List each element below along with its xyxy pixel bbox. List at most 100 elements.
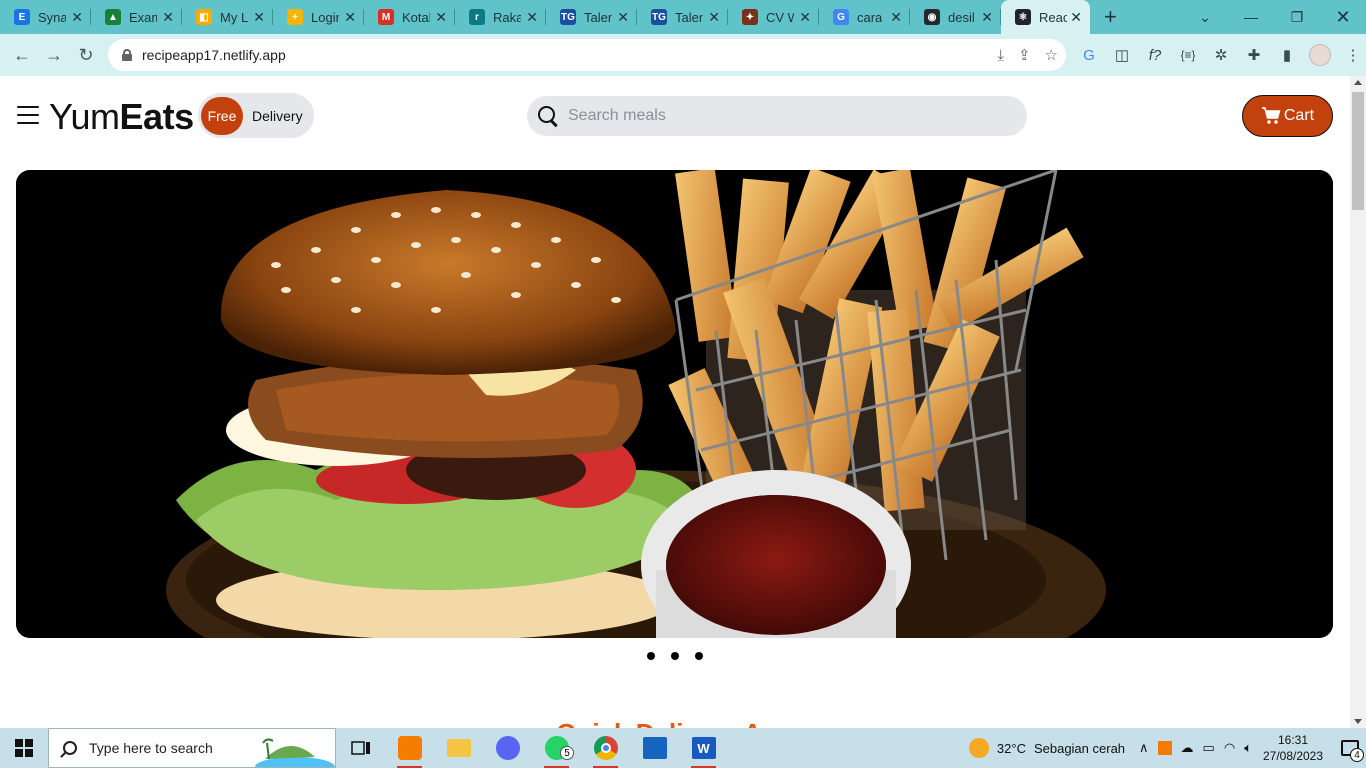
search-input[interactable] — [568, 107, 988, 125]
translate-extension-icon[interactable]: G — [1078, 47, 1100, 64]
browser-tab[interactable]: M Kotak ✕ — [364, 0, 455, 34]
tab-close-icon[interactable]: ✕ — [435, 9, 447, 26]
tab-close-icon[interactable]: ✕ — [526, 9, 538, 26]
task-view-icon[interactable] — [336, 728, 385, 768]
tab-label: Synapse — [38, 9, 66, 25]
tab-favicon-icon: M — [378, 9, 394, 25]
battery-icon[interactable]: ▭ — [1203, 740, 1215, 756]
extension-icon-2[interactable]: ✲ — [1210, 46, 1232, 64]
site-logo[interactable]: YumEats — [49, 96, 194, 138]
weather-desc: Sebagian cerah — [1033, 740, 1126, 756]
browser-tab[interactable]: E Synapse ✕ — [0, 0, 91, 34]
tab-label: Talent — [584, 9, 612, 25]
browser-tab[interactable]: TG Talent ✕ — [637, 0, 728, 34]
weather-widget[interactable]: 32°C Sebagian cerah — [968, 738, 1126, 758]
xampp-app-icon[interactable] — [385, 728, 434, 768]
share-icon[interactable]: ⇪ — [1018, 46, 1031, 64]
tab-label: CV W — [766, 9, 794, 25]
browser-tab[interactable]: ▲ Exam ✕ — [91, 0, 182, 34]
whatsapp-icon[interactable]: 5 — [532, 728, 581, 768]
browser-tab[interactable]: ✦ CV W ✕ — [728, 0, 819, 34]
carousel-dot[interactable] — [671, 652, 679, 660]
tab-close-icon[interactable]: ✕ — [162, 9, 174, 26]
carousel-dot[interactable] — [695, 652, 703, 660]
page-scrollbar[interactable] — [1350, 76, 1366, 728]
install-app-icon[interactable]: ⤓ — [997, 47, 1004, 64]
burger-fries-image — [16, 170, 1333, 638]
maximize-button[interactable]: ❐ — [1274, 0, 1320, 34]
taskbar-search-box[interactable]: Type here to search — [48, 728, 336, 768]
extensions-puzzle-icon[interactable]: ✚ — [1243, 46, 1265, 64]
menu-kebab-icon[interactable]: ⋮ — [1342, 46, 1364, 64]
scroll-down-icon[interactable] — [1354, 719, 1362, 724]
new-tab-button[interactable]: + — [1104, 4, 1117, 30]
tab-favicon-icon: + — [287, 9, 303, 25]
minimize-button[interactable]: — — [1228, 0, 1274, 34]
search-highlight-icon — [255, 738, 335, 767]
notification-badge: 4 — [1350, 748, 1364, 762]
extension-icon[interactable]: ◫ — [1111, 46, 1133, 64]
photos-app-icon[interactable] — [630, 728, 679, 768]
chrome-icon[interactable] — [581, 728, 630, 768]
address-bar[interactable]: recipeapp17.netlify.app ⤓ ⇪ ☆ — [108, 39, 1066, 71]
tab-close-icon[interactable]: ✕ — [890, 9, 902, 26]
free-toggle-option[interactable]: Free — [201, 96, 243, 135]
notification-icon[interactable]: 4 — [1334, 728, 1366, 768]
tab-close-icon[interactable]: ✕ — [253, 9, 265, 26]
tab-favicon-icon: ⚛ — [1015, 9, 1031, 25]
browser-tab[interactable]: ◉ desil ✕ — [910, 0, 1001, 34]
scrollbar-thumb[interactable] — [1352, 92, 1364, 210]
hero-carousel-image[interactable] — [16, 170, 1333, 638]
tab-favicon-icon: ✦ — [742, 9, 758, 25]
browser-tab[interactable]: ◧ My L ✕ — [182, 0, 273, 34]
xampp-tray-icon[interactable] — [1157, 741, 1172, 755]
profile-avatar[interactable] — [1309, 44, 1331, 66]
back-icon[interactable]: ← — [6, 39, 38, 71]
word-icon[interactable]: W — [679, 728, 728, 768]
tab-close-icon[interactable]: ✕ — [1070, 9, 1082, 26]
tab-close-icon[interactable]: ✕ — [344, 9, 356, 26]
cart-button[interactable]: Cart — [1242, 95, 1333, 137]
taskbar-search-placeholder: Type here to search — [89, 740, 213, 756]
discord-icon[interactable] — [483, 728, 532, 768]
tab-label: Talent — [675, 9, 703, 25]
wifi-icon[interactable]: ◠ — [1224, 740, 1235, 756]
browser-tab[interactable]: ⚛ React✕ — [1001, 0, 1090, 34]
bookmark-star-icon[interactable]: ☆ — [1045, 46, 1058, 64]
tab-label: Kotak — [402, 9, 430, 25]
browser-tab[interactable]: + Login ✕ — [273, 0, 364, 34]
reload-icon[interactable]: ↻ — [70, 39, 102, 71]
tab-search-icon[interactable]: ⌄ — [1182, 0, 1228, 34]
tab-close-icon[interactable]: ✕ — [799, 9, 811, 26]
tab-close-icon[interactable]: ✕ — [617, 9, 629, 26]
file-explorer-icon[interactable] — [434, 728, 483, 768]
whatsapp-badge: 5 — [560, 746, 574, 760]
taskbar-clock[interactable]: 16:31 27/08/2023 — [1262, 732, 1324, 764]
scroll-up-icon[interactable] — [1354, 80, 1362, 85]
close-window-button[interactable]: ✕ — [1320, 0, 1366, 34]
hamburger-menu-icon[interactable] — [17, 106, 39, 124]
url-text: recipeapp17.netlify.app — [142, 47, 286, 63]
forward-icon[interactable]: → — [38, 39, 70, 71]
formula-extension-icon[interactable]: f? — [1144, 47, 1166, 64]
chevron-up-icon[interactable]: ∧ — [1139, 740, 1149, 756]
side-panel-icon[interactable]: ▮ — [1276, 46, 1298, 64]
onedrive-icon[interactable]: ☁ — [1181, 740, 1194, 756]
carousel-dot[interactable] — [647, 652, 655, 660]
browser-tab[interactable]: Gcara ✕ — [819, 0, 910, 34]
tab-close-icon[interactable]: ✕ — [71, 9, 83, 26]
section-title: Quick Delivery App — [0, 718, 1350, 728]
browser-tab[interactable]: TG Talent ✕ — [546, 0, 637, 34]
tab-label: My L — [220, 9, 248, 25]
tab-close-icon[interactable]: ✕ — [981, 9, 993, 26]
tab-close-icon[interactable]: ✕ — [708, 9, 720, 26]
volume-icon[interactable]: 🔈︎ — [1244, 740, 1252, 756]
delivery-toggle-option[interactable]: Delivery — [252, 108, 303, 124]
windows-start-icon[interactable] — [0, 728, 48, 768]
logo-text-bold: Eats — [119, 96, 195, 137]
tab-favicon-icon: ◉ — [924, 9, 940, 25]
json-extension-icon[interactable]: {≡} — [1177, 48, 1199, 62]
clock-time: 16:31 — [1277, 733, 1309, 747]
delivery-toggle[interactable]: Free Delivery — [198, 93, 314, 138]
browser-tab[interactable]: r Rakamin ✕ — [455, 0, 546, 34]
